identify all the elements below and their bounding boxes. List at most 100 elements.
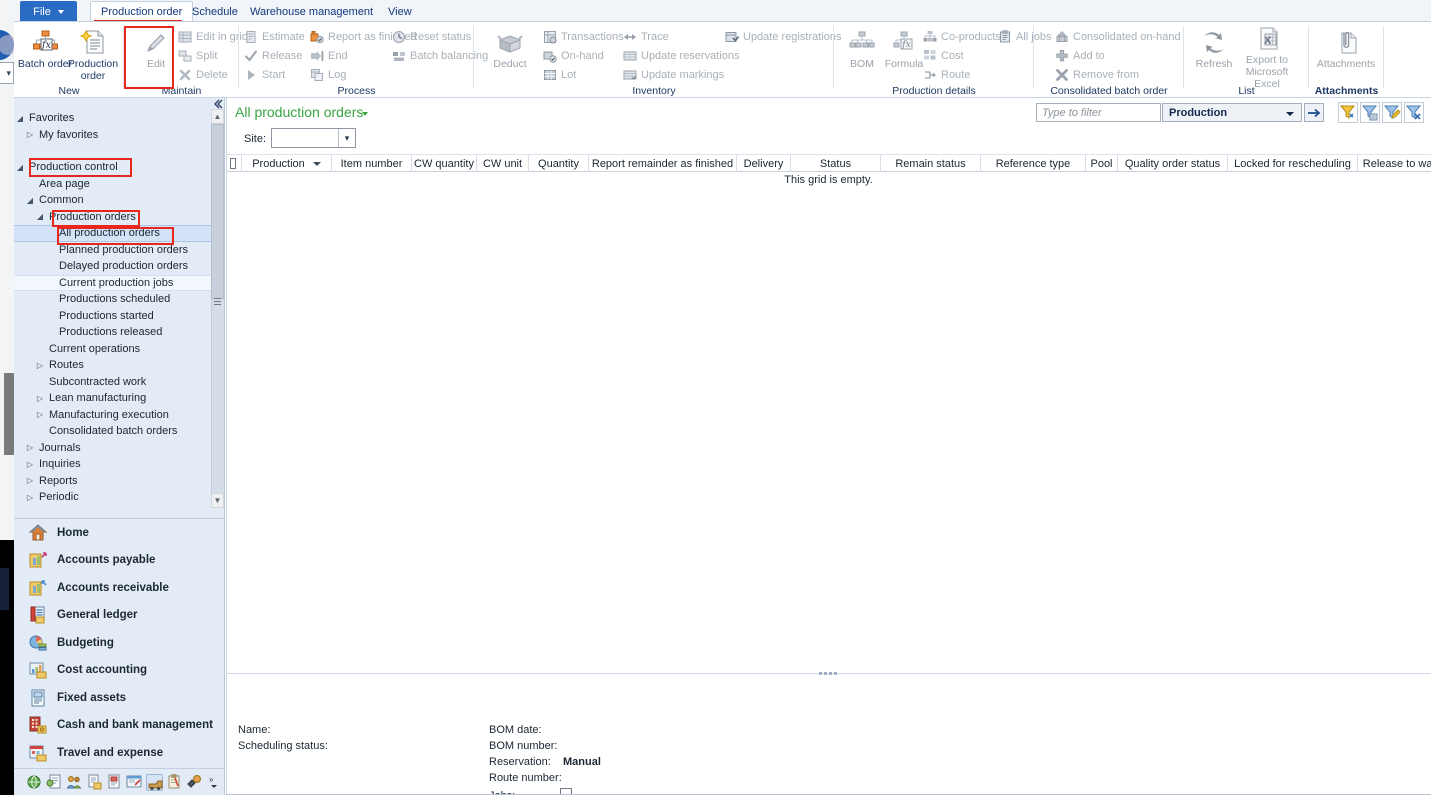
nav-item-productions-released[interactable]: Productions released xyxy=(14,324,211,341)
quickbar-service-mgmt-icon[interactable] xyxy=(186,774,203,791)
filter-input[interactable]: Type to filter xyxy=(1036,103,1161,122)
quickbar-inventory-window-icon[interactable] xyxy=(126,774,143,791)
consolidated-on-hand-button[interactable]: Consolidated on-hand xyxy=(1054,28,1181,46)
column-header-release-to-warehouse[interactable]: Release to warehouse xyxy=(1358,155,1431,172)
nav-item-periodic[interactable]: ▷ Periodic xyxy=(14,489,211,506)
grid-body[interactable]: This grid is empty. xyxy=(226,172,1431,669)
nav-item-all-production-orders[interactable]: All production orders xyxy=(14,225,211,242)
module-item-general-ledger[interactable]: General ledger xyxy=(14,602,224,630)
site-select[interactable]: ▾ xyxy=(271,128,356,148)
select-all-checkbox[interactable] xyxy=(230,158,236,169)
filter-by-grid-button[interactable] xyxy=(1338,102,1358,123)
module-item-cost-accounting[interactable]: Cost accounting xyxy=(14,657,224,685)
column-header-report-remainder-as-finished[interactable]: Report remainder as finished xyxy=(589,155,737,172)
module-item-home[interactable]: Home xyxy=(14,519,224,547)
filter-column-select[interactable]: Production xyxy=(1162,103,1302,122)
column-header-item-number[interactable]: Item number xyxy=(332,155,412,172)
estimate-button[interactable]: Estimate xyxy=(243,28,305,46)
chevron-down-icon[interactable]: ◢ xyxy=(24,196,36,205)
chevron-right-icon[interactable]: ▷ xyxy=(34,410,46,419)
nav-item-productions-scheduled[interactable]: Productions scheduled xyxy=(14,291,211,308)
quickbar-sales-doc-icon[interactable] xyxy=(46,774,63,791)
tab-warehouse-management[interactable]: Warehouse management xyxy=(240,1,383,22)
column-header-production[interactable]: Production xyxy=(242,155,332,172)
chevron-right-icon[interactable]: ▷ xyxy=(24,493,36,502)
production-order-button[interactable]: Production order xyxy=(65,26,121,88)
remove-from-button[interactable]: Remove from xyxy=(1054,66,1139,84)
page-title-dropdown-icon[interactable] xyxy=(362,112,368,116)
chevron-right-icon[interactable]: ▷ xyxy=(24,460,36,469)
module-item-budgeting[interactable]: Budgeting xyxy=(14,629,224,657)
nav-scroll-up-button[interactable]: ▲ xyxy=(211,109,224,124)
module-item-travel-and-expense[interactable]: Travel and expense xyxy=(14,739,224,767)
panel-splitter[interactable] xyxy=(226,669,1431,679)
column-header-reference-type[interactable]: Reference type xyxy=(981,155,1086,172)
nav-item-productions-started[interactable]: Productions started xyxy=(14,308,211,325)
reset-status-button[interactable]: Reset status xyxy=(391,28,471,46)
tab-schedule[interactable]: Schedule xyxy=(182,1,248,22)
nav-item-current-operations[interactable]: Current operations xyxy=(14,341,211,358)
chevron-down-icon[interactable]: ◢ xyxy=(14,163,26,172)
quickbar-procurement-icon[interactable] xyxy=(86,774,103,791)
chevron-down-icon[interactable]: ◢ xyxy=(14,114,26,123)
route-button[interactable]: Route xyxy=(922,66,970,84)
cost-button[interactable]: Cost xyxy=(922,47,964,65)
module-item-accounts-payable[interactable]: Accounts payable xyxy=(14,547,224,575)
split-button[interactable]: Split xyxy=(177,47,217,65)
trace-button[interactable]: Trace xyxy=(622,28,669,46)
chevron-right-icon[interactable]: ▷ xyxy=(34,394,46,403)
update-reservations-button[interactable]: Update reservations xyxy=(622,47,739,65)
quickbar-project-clipboard-icon[interactable] xyxy=(166,773,183,791)
nav-item-favorites[interactable]: ◢ Favorites xyxy=(14,110,211,127)
apply-filter-button[interactable] xyxy=(1304,103,1324,122)
add-to-button[interactable]: Add to xyxy=(1054,47,1105,65)
edit-button[interactable]: Edit xyxy=(128,26,184,88)
advanced-filter-button[interactable] xyxy=(1382,102,1402,123)
filter-by-selection-button[interactable] xyxy=(1360,102,1380,123)
chevron-right-icon[interactable]: ▷ xyxy=(24,476,36,485)
nav-scroll-down-button[interactable]: ▼ xyxy=(211,493,224,508)
edge-combo-box[interactable]: ▾ xyxy=(0,62,14,84)
log-button[interactable]: Log xyxy=(309,66,346,84)
module-item-fixed-assets[interactable]: Fixed assets xyxy=(14,684,224,712)
nav-item-production-orders[interactable]: ◢ Production orders xyxy=(14,209,211,226)
chevron-down-icon[interactable]: ▾ xyxy=(338,129,355,147)
nav-item-consolidated-batch-orders[interactable]: Consolidated batch orders xyxy=(14,423,211,440)
window-vertical-scrollbar-thumb[interactable] xyxy=(4,373,14,455)
co-products-button[interactable]: Co-products xyxy=(922,28,1001,46)
quickbar-people-icon[interactable] xyxy=(66,774,83,791)
clear-filter-button[interactable] xyxy=(1404,102,1424,123)
transactions-button[interactable]: Transactions xyxy=(542,28,624,46)
nav-item-current-production-jobs[interactable]: Current production jobs xyxy=(14,274,211,291)
chevron-right-icon[interactable]: ▷ xyxy=(24,130,36,139)
tab-production-order[interactable]: Production order xyxy=(90,1,194,22)
quickbar-globe-icon[interactable] xyxy=(26,774,43,791)
quickbar-production-control-icon[interactable] xyxy=(146,773,163,791)
lot-button[interactable]: Lot xyxy=(542,66,576,84)
chevron-down-icon[interactable]: ◢ xyxy=(34,212,46,221)
deduct-button[interactable]: Deduct xyxy=(482,26,538,88)
nav-item-inquiries[interactable]: ▷ Inquiries xyxy=(14,456,211,473)
release-button[interactable]: Release xyxy=(243,47,302,65)
start-button[interactable]: Start xyxy=(243,66,285,84)
tab-view[interactable]: View xyxy=(378,1,422,22)
select-all-header[interactable] xyxy=(226,155,242,172)
attachments-button[interactable]: Attachments xyxy=(1311,26,1381,88)
end-button[interactable]: End xyxy=(309,47,348,65)
column-header-status[interactable]: Status xyxy=(791,155,881,172)
on-hand-button[interactable]: On-hand xyxy=(542,47,604,65)
quickbar-more-chevron-icon[interactable]: » xyxy=(206,774,223,791)
module-item-cash-and-bank-management[interactable]: Cash and bank management xyxy=(14,712,224,740)
export-to-excel-button[interactable]: X Export to Microsoft Excel xyxy=(1234,26,1300,90)
tab-file[interactable]: File xyxy=(20,1,77,22)
column-header-quality-order-status[interactable]: Quality order status xyxy=(1118,155,1228,172)
column-header-delivery[interactable]: Delivery xyxy=(737,155,791,172)
nav-item-planned-production-orders[interactable]: Planned production orders xyxy=(14,242,211,259)
chevron-right-icon[interactable]: ▷ xyxy=(24,443,36,452)
nav-item-common[interactable]: ◢ Common xyxy=(14,192,211,209)
column-header-remain-status[interactable]: Remain status xyxy=(881,155,981,172)
column-header-locked-for-rescheduling[interactable]: Locked for rescheduling xyxy=(1228,155,1358,172)
nav-item-subcontracted-work[interactable]: Subcontracted work xyxy=(14,374,211,391)
update-registrations-button[interactable]: Update registrations xyxy=(724,28,841,46)
nav-item-lean-manufacturing[interactable]: ▷ Lean manufacturing xyxy=(14,390,211,407)
